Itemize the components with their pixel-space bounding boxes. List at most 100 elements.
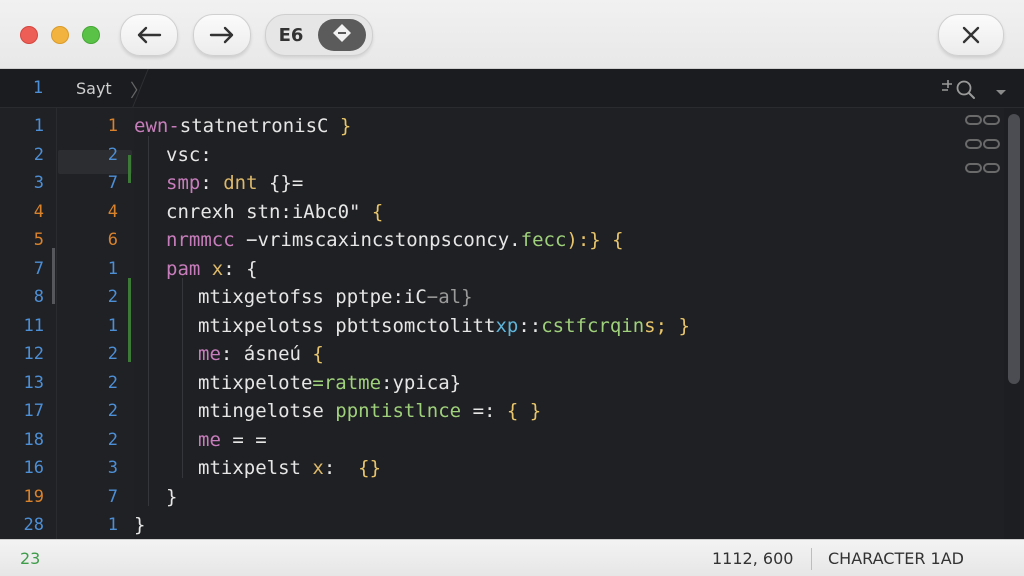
diamond-toggle-icon [330, 22, 354, 49]
diamond-toggle-button[interactable] [318, 19, 366, 51]
code-token: :ypica} [381, 371, 462, 394]
relative-line-number: 7 [107, 173, 118, 193]
code-token: ewn- [134, 115, 180, 137]
line-number: 17 [23, 401, 44, 421]
code-token: } [328, 115, 352, 137]
indent-guide [148, 136, 149, 506]
code-token: mtingelotse [198, 400, 336, 422]
close-window-button[interactable] [20, 26, 38, 44]
status-line-count[interactable]: 23 [20, 549, 40, 568]
code-line[interactable]: } [134, 511, 145, 540]
relative-line-number: 2 [107, 144, 118, 165]
relative-line-number: 2 [107, 287, 118, 307]
find-replace-icon[interactable] [940, 77, 980, 106]
code-line[interactable]: smp: dnt {}= [166, 169, 303, 198]
editor-tab-row: 1 Sayt 〉 [0, 69, 1024, 108]
code-token: cnrexh [166, 200, 247, 223]
code-token: { [300, 343, 324, 365]
code-line[interactable]: me = = [198, 426, 267, 455]
code-line[interactable]: nrmmcc −vrimscaxincstonpsconcy.fecc):} { [166, 226, 624, 255]
status-divider [811, 548, 812, 570]
minimize-window-button[interactable] [51, 26, 69, 44]
encoding-segmented-control: E6 [265, 14, 373, 56]
close-icon [961, 25, 981, 45]
code-token: vsc: [166, 143, 212, 166]
code-line[interactable]: mtingelotse ppntistlnce =: { } [198, 397, 541, 426]
change-marker [128, 278, 131, 362]
tab-file-name[interactable]: Sayt [76, 79, 112, 98]
code-line[interactable]: pam x: { [166, 255, 258, 284]
chevron-down-icon[interactable] [995, 84, 1007, 102]
code-token: { [360, 200, 384, 223]
line-number-gutter: 1234578111213171816192827 12746121222237… [0, 108, 134, 564]
code-token: ppntistlnce [335, 400, 462, 422]
scrollbar-thumb[interactable] [1008, 114, 1020, 384]
relative-line-number: 1 [107, 258, 118, 279]
code-token: mtixpelotss [198, 314, 336, 337]
code-token: x [200, 257, 224, 280]
line-number: 16 [23, 458, 44, 478]
line-number: 28 [23, 515, 44, 535]
code-token: fecc [520, 229, 567, 251]
code-token: x [312, 457, 324, 479]
code-token: : { [223, 257, 258, 280]
code-line[interactable]: vsc: [166, 141, 212, 170]
code-line[interactable]: mtixpelst x: {} [198, 454, 381, 483]
line-number: 18 [23, 429, 44, 450]
code-token: =ratme [312, 371, 382, 394]
code-token: −vrimscaxincstonpsconcy. [234, 229, 521, 251]
code-line[interactable]: cnrexh stn:iAbc0" { [166, 198, 383, 227]
code-token: } [166, 485, 178, 508]
code-area[interactable]: ewn-statnetronisC } vsc: smp: dnt {}= cnrex… [134, 108, 964, 565]
code-token: } [134, 514, 146, 536]
relative-line-number: 7 [107, 486, 118, 507]
code-editor[interactable]: 1 Sayt 〉 1234578111213171816192827 12746… [0, 69, 1024, 565]
status-bar: 23 1112, 600 CHARACTER 1AD [0, 539, 1024, 576]
forward-button[interactable] [193, 14, 251, 56]
code-line[interactable]: ewn-statnetronisC } [134, 112, 351, 141]
code-line[interactable]: } [166, 483, 177, 512]
code-token: s; } [644, 314, 690, 337]
code-token: xp [495, 314, 519, 337]
change-marker [128, 155, 131, 183]
code-token: :: [518, 314, 542, 337]
code-token: mtixgetofss [198, 286, 336, 308]
code-token: : [200, 172, 224, 194]
line-number: 2 [33, 144, 44, 165]
code-token: { } [506, 400, 542, 422]
line-number: 12 [23, 344, 44, 364]
link-icon [965, 115, 1000, 173]
code-line[interactable]: mtixpelotss pbttsomctolittxp::cstfcrqins… [198, 312, 690, 341]
line-number: 5 [33, 230, 44, 250]
encoding-button[interactable]: E6 [266, 15, 316, 55]
line-number: 4 [33, 201, 44, 222]
code-token: ásneú [243, 343, 301, 365]
back-button[interactable] [120, 14, 178, 56]
minimap[interactable] [964, 108, 1004, 539]
indent-guide [182, 278, 183, 478]
code-token: smp [166, 172, 201, 194]
editor-window: E6 1 Sayt 〉 [0, 0, 1024, 576]
code-token: : [220, 343, 244, 365]
code-token: : [323, 457, 347, 479]
zoom-window-button[interactable] [82, 26, 100, 44]
vertical-scrollbar[interactable] [1004, 108, 1024, 539]
code-token: cstfcrqin [541, 314, 645, 337]
relative-line-number: 1 [107, 315, 118, 336]
line-number: 3 [33, 173, 44, 193]
code-line[interactable]: me: ásneú { [198, 340, 324, 369]
relative-line-number: 1 [107, 515, 118, 535]
code-token: −al} [426, 286, 473, 308]
encoding-mode[interactable]: CHARACTER 1AD [828, 549, 964, 568]
line-number: 1 [33, 116, 44, 136]
code-line[interactable]: mtixgetofss pptpe:iC−al} [198, 283, 473, 312]
code-token: ):} { [566, 229, 624, 251]
code-token: pptpe:iC [335, 286, 427, 308]
code-token: =: [461, 400, 507, 422]
back-arrow-icon [136, 26, 162, 44]
code-line[interactable]: mtixpelote=ratme:ypica} [198, 369, 461, 398]
close-button[interactable] [938, 14, 1004, 56]
cursor-position[interactable]: 1112, 600 [712, 549, 793, 568]
relative-line-number: 2 [107, 344, 118, 364]
relative-line-number: 6 [107, 230, 118, 250]
